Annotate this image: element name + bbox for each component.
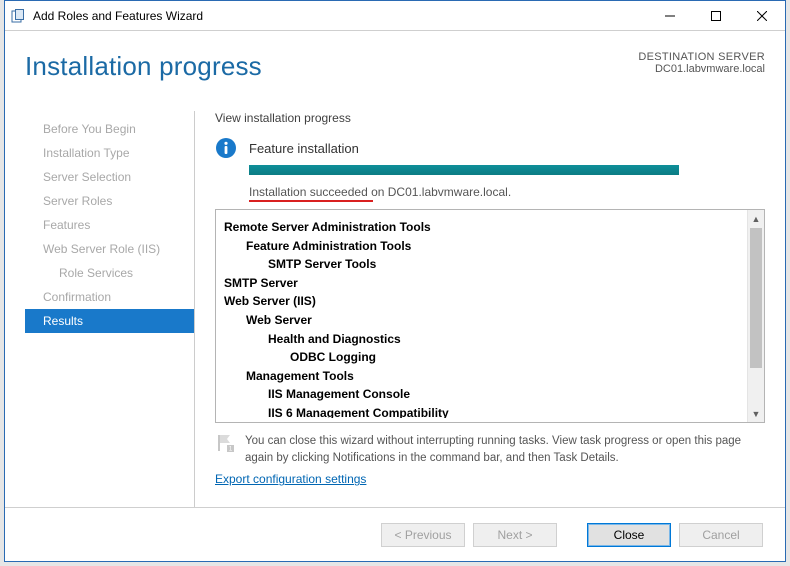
wizard-sidebar: Before You BeginInstallation TypeServer … xyxy=(25,111,195,507)
minimize-button[interactable] xyxy=(647,1,693,30)
progress-bar xyxy=(249,165,679,175)
cancel-button[interactable]: Cancel xyxy=(679,523,763,547)
info-icon xyxy=(215,137,237,159)
sidebar-step-results[interactable]: Results xyxy=(25,309,194,333)
sidebar-step-confirmation[interactable]: Confirmation xyxy=(25,285,194,309)
sidebar-step-server-roles[interactable]: Server Roles xyxy=(25,189,194,213)
feature-item: Feature Administration Tools xyxy=(224,237,744,256)
main-panel: View installation progress Feature insta… xyxy=(195,111,765,507)
status-label: Feature installation xyxy=(249,141,359,156)
flag-icon: 1 xyxy=(215,433,235,453)
wizard-window: Add Roles and Features Wizard Installati… xyxy=(4,0,786,562)
scrollbar[interactable]: ▲ ▼ xyxy=(747,210,764,422)
feature-item: IIS Management Console xyxy=(224,385,744,404)
subheading: View installation progress xyxy=(215,111,765,125)
status-message-suffix: on DC01.labvmware.local. xyxy=(368,185,511,199)
feature-item: IIS 6 Management Compatibility xyxy=(224,404,744,418)
status-message: Installation succeeded on DC01.labvmware… xyxy=(249,185,765,199)
footer: < Previous Next > Close Cancel xyxy=(5,507,785,561)
destination-block: DESTINATION SERVER DC01.labvmware.local xyxy=(638,51,765,75)
note-text: You can close this wizard without interr… xyxy=(245,433,765,466)
previous-button[interactable]: < Previous xyxy=(381,523,465,547)
feature-item: Web Server (IIS) xyxy=(224,292,744,311)
status-message-prefix: Installation succeeded xyxy=(249,185,368,199)
app-icon xyxy=(11,8,27,24)
header: Installation progress DESTINATION SERVER… xyxy=(25,51,765,82)
destination-label: DESTINATION SERVER xyxy=(638,51,765,63)
feature-item: Remote Server Administration Tools xyxy=(224,218,744,237)
status-row: Feature installation xyxy=(215,137,765,159)
next-button[interactable]: Next > xyxy=(473,523,557,547)
feature-item: SMTP Server xyxy=(224,274,744,293)
feature-item: SMTP Server Tools xyxy=(224,255,744,274)
window-title: Add Roles and Features Wizard xyxy=(33,9,647,23)
feature-item: ODBC Logging xyxy=(224,348,744,367)
feature-item: Health and Diagnostics xyxy=(224,330,744,349)
sidebar-step-server-selection[interactable]: Server Selection xyxy=(25,165,194,189)
sidebar-step-web-server-role-iis-[interactable]: Web Server Role (IIS) xyxy=(25,237,194,261)
window-buttons xyxy=(647,1,785,30)
export-config-link[interactable]: Export configuration settings xyxy=(215,472,366,486)
close-icon xyxy=(757,11,767,21)
feature-item: Web Server xyxy=(224,311,744,330)
scroll-thumb[interactable] xyxy=(750,228,762,368)
maximize-button[interactable] xyxy=(693,1,739,30)
feature-item: Management Tools xyxy=(224,367,744,386)
sidebar-step-before-you-begin[interactable]: Before You Begin xyxy=(25,117,194,141)
minimize-icon xyxy=(665,11,675,21)
scroll-down-icon[interactable]: ▼ xyxy=(748,405,764,422)
destination-server: DC01.labvmware.local xyxy=(638,63,765,75)
note-row: 1 You can close this wizard without inte… xyxy=(215,433,765,466)
sidebar-step-installation-type[interactable]: Installation Type xyxy=(25,141,194,165)
page-heading: Installation progress xyxy=(25,51,262,82)
titlebar: Add Roles and Features Wizard xyxy=(5,1,785,31)
maximize-icon xyxy=(711,11,721,21)
close-button[interactable]: Close xyxy=(587,523,671,547)
sidebar-step-role-services[interactable]: Role Services xyxy=(25,261,194,285)
body: Before You BeginInstallation TypeServer … xyxy=(25,111,765,507)
feature-list: Remote Server Administration ToolsFeatur… xyxy=(224,218,744,418)
highlight-underline xyxy=(249,200,373,202)
close-window-button[interactable] xyxy=(739,1,785,30)
feature-list-box: Remote Server Administration ToolsFeatur… xyxy=(215,209,765,423)
scroll-up-icon[interactable]: ▲ xyxy=(748,210,764,227)
sidebar-step-features[interactable]: Features xyxy=(25,213,194,237)
